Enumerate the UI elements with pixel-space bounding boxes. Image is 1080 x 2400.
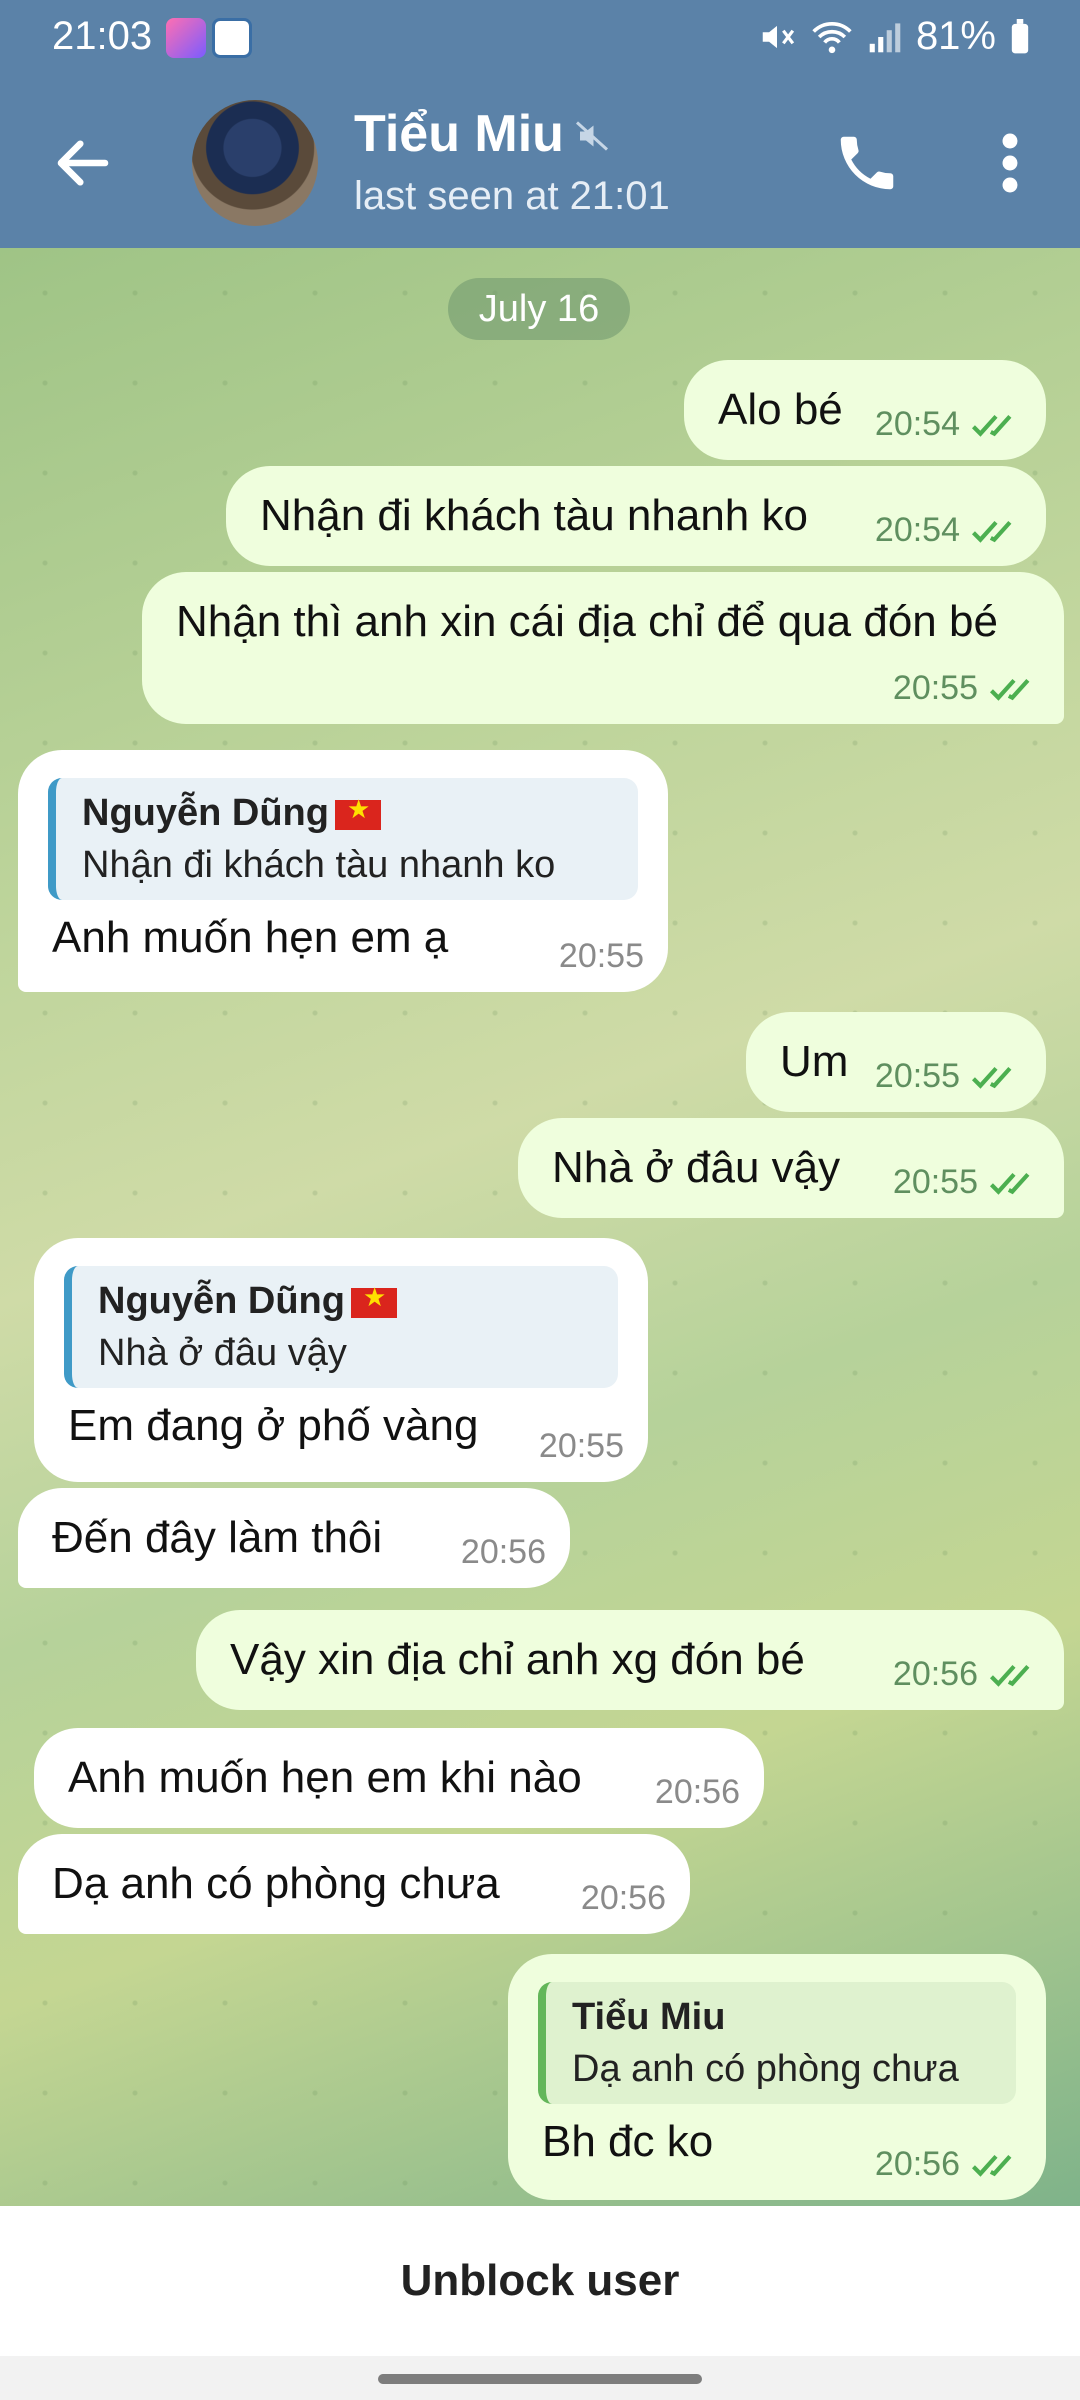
more-options-icon[interactable] xyxy=(990,130,1030,196)
outgoing-message[interactable]: Nhận thì anh xin cái địa chỉ để qua đón … xyxy=(142,572,1064,724)
outgoing-message[interactable]: Vậy xin địa chỉ anh xg đón bé 20:56 xyxy=(196,1610,1064,1710)
back-arrow-icon[interactable] xyxy=(50,130,116,196)
status-time: 21:03 xyxy=(52,14,153,58)
mute-status-icon xyxy=(762,25,795,48)
read-double-check-icon xyxy=(971,1066,1012,1089)
incoming-message[interactable]: Nguyễn Dũng Nhà ở đâu vậy Em đang ở phố … xyxy=(34,1238,648,1482)
incoming-message[interactable]: Anh muốn hẹn em khi nào 20:56 xyxy=(34,1728,764,1828)
incoming-message[interactable]: Dạ anh có phòng chưa 20:56 xyxy=(18,1834,690,1934)
message-time: 20:55 xyxy=(892,669,978,707)
message-text: Anh muốn hẹn em ạ xyxy=(52,913,449,962)
reply-sender-name: Tiểu Miu xyxy=(572,1996,726,2038)
incoming-message[interactable]: Đến đây làm thôi 20:56 xyxy=(18,1488,570,1588)
message-text: Đến đây làm thôi xyxy=(52,1513,383,1562)
message-text: Vậy xin địa chỉ anh xg đón bé xyxy=(230,1635,805,1684)
phone-call-icon[interactable] xyxy=(832,128,902,198)
outgoing-message[interactable]: Um 20:55 xyxy=(746,1012,1046,1112)
video-notification-icon xyxy=(212,18,252,58)
read-double-check-icon xyxy=(971,520,1012,543)
message-text: Nhận thì anh xin cái địa chỉ để qua đón … xyxy=(176,597,998,646)
reply-quote[interactable]: Nguyễn Dũng Nhận đi khách tàu nhanh ko xyxy=(48,778,638,900)
message-time: 20:56 xyxy=(654,1773,740,1811)
chat-title[interactable]: Tiểu Miu xyxy=(354,104,564,164)
message-time: 20:55 xyxy=(538,1427,624,1465)
reply-sender-name: Nguyễn Dũng xyxy=(82,792,381,835)
status-indicators: 81% xyxy=(758,14,1030,59)
message-text: Anh muốn hẹn em khi nào xyxy=(68,1753,582,1802)
message-time: 20:54 xyxy=(874,405,960,443)
avatar[interactable] xyxy=(192,100,318,226)
reply-quote[interactable]: Tiểu Miu Dạ anh có phòng chưa xyxy=(538,1982,1016,2104)
gesture-nav-bar xyxy=(0,2356,1080,2400)
message-text: Alo bé xyxy=(718,385,843,434)
outgoing-message[interactable]: Alo bé 20:54 xyxy=(684,360,1046,460)
message-time: 20:55 xyxy=(892,1163,978,1201)
read-double-check-icon xyxy=(971,414,1012,437)
chat-header: Tiểu Miu last seen at 21:01 xyxy=(0,78,1080,248)
message-text: Nhà ở đâu vậy xyxy=(552,1143,841,1192)
outgoing-message[interactable]: Nhận đi khách tàu nhanh ko 20:54 xyxy=(226,466,1046,566)
battery-percent: 81% xyxy=(915,14,996,58)
message-time: 20:56 xyxy=(892,1655,978,1693)
status-bar: 21:03 81% xyxy=(0,0,1080,78)
signal-icon xyxy=(869,22,901,52)
read-double-check-icon xyxy=(989,678,1030,701)
read-double-check-icon xyxy=(971,2154,1012,2177)
reply-quoted-text: Nhà ở đâu vậy xyxy=(98,1332,347,1374)
message-text: Um xyxy=(780,1037,849,1086)
outgoing-message[interactable]: Tiểu Miu Dạ anh có phòng chưa Bh đc ko 2… xyxy=(508,1954,1046,2200)
app-notification-icon xyxy=(166,18,206,58)
message-time: 20:55 xyxy=(558,937,644,975)
home-handle[interactable] xyxy=(378,2374,702,2384)
muted-speaker-icon xyxy=(575,121,609,151)
message-text: Dạ anh có phòng chưa xyxy=(52,1859,500,1908)
read-double-check-icon xyxy=(989,1664,1030,1687)
reply-quoted-text: Dạ anh có phòng chưa xyxy=(572,2048,959,2090)
message-time: 20:56 xyxy=(874,2145,960,2183)
unblock-user-button[interactable]: Unblock user xyxy=(0,2206,1080,2356)
vietnam-flag-icon xyxy=(334,794,381,830)
message-time: 20:55 xyxy=(874,1057,960,1095)
message-time: 20:54 xyxy=(874,511,960,549)
outgoing-message[interactable]: Nhà ở đâu vậy 20:55 xyxy=(518,1118,1064,1218)
vietnam-flag-icon xyxy=(350,1282,397,1318)
battery-icon xyxy=(1011,18,1029,53)
last-seen-status: last seen at 21:01 xyxy=(354,174,670,218)
incoming-message[interactable]: Nguyễn Dũng Nhận đi khách tàu nhanh ko A… xyxy=(18,750,668,992)
wifi-icon xyxy=(812,21,852,53)
message-time: 20:56 xyxy=(460,1533,546,1571)
reply-sender-name: Nguyễn Dũng xyxy=(98,1280,397,1323)
date-separator: July 16 xyxy=(448,278,630,340)
chat-message-list[interactable]: July 16 Alo bé 20:54 Nhận đi khách tàu n… xyxy=(0,248,1080,2206)
message-text: Bh đc ko xyxy=(542,2117,714,2166)
message-time: 20:56 xyxy=(580,1879,666,1917)
reply-quote[interactable]: Nguyễn Dũng Nhà ở đâu vậy xyxy=(64,1266,618,1388)
read-double-check-icon xyxy=(989,1172,1030,1195)
reply-quoted-text: Nhận đi khách tàu nhanh ko xyxy=(82,844,556,886)
message-text: Em đang ở phố vàng xyxy=(68,1401,479,1450)
message-text: Nhận đi khách tàu nhanh ko xyxy=(260,491,808,540)
